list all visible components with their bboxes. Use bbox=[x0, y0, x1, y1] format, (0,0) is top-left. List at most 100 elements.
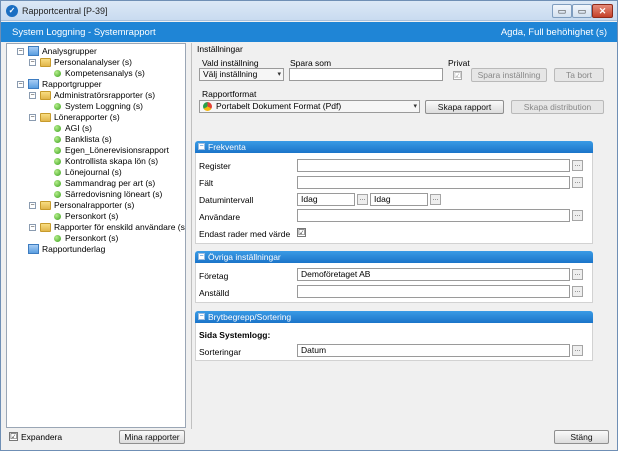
tree-label: Lönejournal (s) bbox=[65, 167, 122, 177]
bryt-header[interactable]: − Brytbegrepp/Sortering bbox=[195, 311, 593, 323]
anstalld-input[interactable] bbox=[297, 285, 570, 298]
tree-node-egen-lonerevision[interactable]: Egen_Lönerevisionsrapport bbox=[7, 145, 185, 156]
endast-rader-checkbox[interactable]: ☑ bbox=[297, 228, 306, 237]
skapa-distribution-button[interactable]: Skapa distribution bbox=[511, 100, 604, 114]
datum-from-input[interactable]: Idag bbox=[297, 193, 355, 206]
anvandare-input[interactable] bbox=[297, 209, 570, 222]
tree-node-personalanalyser[interactable]: − Personalanalyser (s) bbox=[7, 57, 185, 68]
foretag-browse-button[interactable]: ... bbox=[572, 269, 583, 280]
rapportformat-select[interactable]: Portabelt Dokument Format (Pdf) ▾ bbox=[199, 100, 420, 113]
folder-icon bbox=[40, 113, 51, 122]
stang-button[interactable]: Stäng bbox=[554, 430, 609, 444]
report-header: System Loggning - Systemrapport Agda, Fu… bbox=[1, 22, 617, 42]
tree-label: Personalanalyser (s) bbox=[54, 57, 132, 67]
tree-node-rapportgrupper[interactable]: − Rapportgrupper bbox=[7, 79, 185, 90]
tree-node-sarredovisning[interactable]: Särredovisning löneart (s) bbox=[7, 189, 185, 200]
ovriga-header[interactable]: − Övriga inställningar bbox=[195, 251, 593, 263]
folder-icon bbox=[40, 201, 51, 210]
user-info: Agda, Full behöhighet (s) bbox=[500, 27, 607, 38]
tree-label: Lönerapporter (s) bbox=[54, 112, 120, 122]
tree-node-banklista[interactable]: Banklista (s) bbox=[7, 134, 185, 145]
tree-label: Rapporter för enskild användare (s) bbox=[54, 222, 186, 232]
register-input[interactable] bbox=[297, 159, 570, 172]
tree-node-analysgrupper[interactable]: − Analysgrupper bbox=[7, 46, 185, 57]
tree-label: Särredovisning löneart (s) bbox=[65, 189, 163, 199]
chevron-down-icon: ▾ bbox=[277, 71, 281, 78]
bryt-title: Brytbegrepp/Sortering bbox=[208, 312, 292, 322]
group-icon bbox=[28, 46, 39, 56]
sorteringar-browse-button[interactable]: ... bbox=[572, 345, 583, 356]
report-dot-icon bbox=[54, 70, 61, 77]
spara-installning-button[interactable]: Spara inställning bbox=[471, 68, 547, 82]
tree-node-lonejournal[interactable]: Lönejournal (s) bbox=[7, 167, 185, 178]
tree-node-sammandrag[interactable]: Sammandrag per art (s) bbox=[7, 178, 185, 189]
rapportformat-value: Portabelt Dokument Format (Pdf) bbox=[216, 101, 342, 111]
tree-node-personkort[interactable]: Personkort (s) bbox=[7, 211, 185, 222]
tree-node-kompetensanalys[interactable]: Kompetensanalys (s) bbox=[7, 68, 185, 79]
collapse-section-icon[interactable]: − bbox=[198, 253, 205, 260]
tree-label: Analysgrupper bbox=[42, 46, 97, 56]
privat-checkbox[interactable]: ☑ bbox=[453, 71, 462, 80]
tree-node-system-loggning[interactable]: System Loggning (s) bbox=[7, 101, 185, 112]
anstalld-browse-button[interactable]: ... bbox=[572, 286, 583, 297]
report-dot-icon bbox=[54, 103, 61, 110]
vald-installning-select[interactable]: Välj inställning ▾ bbox=[199, 68, 284, 81]
datum-from-picker-button[interactable]: ... bbox=[357, 194, 368, 205]
tree-label: Banklista (s) bbox=[65, 134, 112, 144]
chevron-down-icon: ▾ bbox=[413, 103, 417, 110]
tree-node-lonerapporter[interactable]: − Lönerapporter (s) bbox=[7, 112, 185, 123]
collapse-toggle-icon[interactable]: − bbox=[29, 114, 36, 121]
tree-label: Egen_Lönerevisionsrapport bbox=[65, 145, 169, 155]
datum-to-picker-button[interactable]: ... bbox=[430, 194, 441, 205]
report-dot-icon bbox=[54, 147, 61, 154]
tree-node-kontrollista[interactable]: Kontrollista skapa lön (s) bbox=[7, 156, 185, 167]
sorteringar-input[interactable]: Datum bbox=[297, 344, 570, 357]
collapse-toggle-icon[interactable]: − bbox=[29, 92, 36, 99]
falt-browse-button[interactable]: ... bbox=[572, 177, 583, 188]
collapse-section-icon[interactable]: − bbox=[198, 313, 205, 320]
skapa-rapport-button[interactable]: Skapa rapport bbox=[425, 100, 504, 114]
app-logo-icon: ✓ bbox=[6, 5, 18, 17]
ta-bort-button[interactable]: Ta bort bbox=[554, 68, 604, 82]
tree-node-personkort-enskild[interactable]: Personkort (s) bbox=[7, 233, 185, 244]
tree-label: Personalrapporter (s) bbox=[54, 200, 135, 210]
report-tree[interactable]: − Analysgrupper − Personalanalyser (s) K… bbox=[6, 43, 186, 428]
report-dot-icon bbox=[54, 136, 61, 143]
collapse-toggle-icon[interactable]: − bbox=[29, 202, 36, 209]
folder-icon bbox=[40, 58, 51, 67]
tree-node-rapportunderlag[interactable]: Rapportunderlag bbox=[7, 244, 185, 255]
vald-installning-value: Välj inställning bbox=[203, 69, 258, 79]
foretag-label: Företag bbox=[199, 271, 229, 281]
report-dot-icon bbox=[54, 169, 61, 176]
falt-label: Fält bbox=[199, 178, 214, 188]
collapse-toggle-icon[interactable]: − bbox=[29, 59, 36, 66]
collapse-toggle-icon[interactable]: − bbox=[29, 224, 36, 231]
close-button[interactable]: ✕ bbox=[592, 4, 613, 18]
tree-node-agi[interactable]: AGI (s) bbox=[7, 123, 185, 134]
maximize-button[interactable]: ▭ bbox=[572, 4, 592, 18]
sida-systemlogg-label: Sida Systemlogg: bbox=[199, 330, 271, 340]
register-browse-button[interactable]: ... bbox=[572, 160, 583, 171]
tree-node-administratorsrapporter[interactable]: − Administratörsrapporter (s) bbox=[7, 90, 185, 101]
sorteringar-label: Sorteringar bbox=[199, 347, 242, 357]
spara-som-input[interactable] bbox=[289, 68, 443, 81]
tree-label: Personkort (s) bbox=[65, 211, 119, 221]
tree-node-enskild-anvandare[interactable]: − Rapporter för enskild användare (s) bbox=[7, 222, 185, 233]
collapse-section-icon[interactable]: − bbox=[198, 143, 205, 150]
anvandare-browse-button[interactable]: ... bbox=[572, 210, 583, 221]
main-window: ✓ Rapportcentral [P-39] ▭ ▭ ✕ System Log… bbox=[0, 0, 618, 451]
mina-rapporter-button[interactable]: Mina rapporter bbox=[119, 430, 185, 444]
expand-checkbox[interactable]: ☑ bbox=[9, 432, 18, 441]
collapse-toggle-icon[interactable]: − bbox=[17, 81, 24, 88]
minimize-button[interactable]: ▭ bbox=[552, 4, 572, 18]
ovriga-title: Övriga inställningar bbox=[208, 252, 281, 262]
tree-node-personalrapporter[interactable]: − Personalrapporter (s) bbox=[7, 200, 185, 211]
tree-label: Administratörsrapporter (s) bbox=[54, 90, 156, 100]
falt-input[interactable] bbox=[297, 176, 570, 189]
datum-to-input[interactable]: Idag bbox=[370, 193, 428, 206]
foretag-input[interactable]: Demoföretaget AB bbox=[297, 268, 570, 281]
collapse-toggle-icon[interactable]: − bbox=[17, 48, 24, 55]
datumintervall-label: Datumintervall bbox=[199, 195, 254, 205]
frekventa-header[interactable]: − Frekventa bbox=[195, 141, 593, 153]
tree-label: AGI (s) bbox=[65, 123, 92, 133]
